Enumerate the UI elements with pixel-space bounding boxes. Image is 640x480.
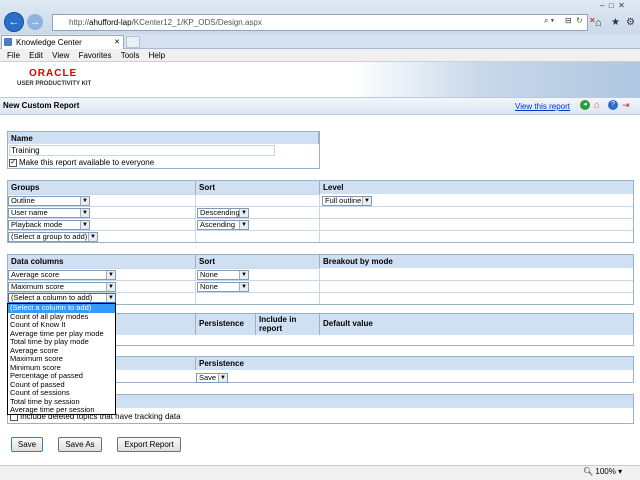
menu-file[interactable]: File bbox=[7, 51, 20, 60]
chevron-down-icon: ▼ bbox=[88, 233, 97, 241]
chevron-down-icon: ▼ bbox=[239, 221, 248, 229]
chevron-down-icon: ▼ bbox=[80, 197, 89, 205]
chevron-down-icon: ▼ bbox=[80, 221, 89, 229]
forward-button[interactable]: → bbox=[27, 14, 43, 30]
window-controls[interactable]: – □ ✕ bbox=[600, 1, 625, 10]
view-report-link[interactable]: View this report bbox=[515, 102, 570, 111]
group-sort-select-3[interactable]: Ascending ▼ bbox=[197, 220, 249, 230]
chevron-down-icon: ▼ bbox=[239, 283, 248, 291]
chevron-down-icon: ▼ bbox=[239, 271, 248, 279]
chevron-down-icon: ▼ bbox=[106, 271, 115, 279]
menu-tools[interactable]: Tools bbox=[121, 51, 140, 60]
export-report-button[interactable]: Export Report bbox=[117, 437, 181, 452]
name-header: Name bbox=[8, 132, 319, 144]
back-button[interactable]: ← bbox=[4, 12, 24, 32]
refresh-icon[interactable]: ↻ bbox=[576, 16, 583, 25]
share-checkbox[interactable]: ✓ bbox=[9, 159, 17, 167]
oracle-banner bbox=[0, 62, 640, 97]
page-title: New Custom Report bbox=[3, 101, 80, 110]
data-sort-select-2[interactable]: None ▼ bbox=[197, 282, 249, 292]
home-page-icon[interactable]: ⌂ bbox=[594, 100, 600, 111]
gear-icon[interactable]: ⚙ bbox=[626, 17, 635, 28]
add-group-select[interactable]: (Select a group to add) ▼ bbox=[8, 232, 98, 242]
data-column-select-1[interactable]: Average score ▼ bbox=[8, 270, 116, 280]
include-header: Include in report bbox=[256, 314, 320, 335]
help-icon[interactable]: ? bbox=[608, 100, 618, 110]
product-name: USER PRODUCTIVITY KIT bbox=[17, 81, 92, 87]
groups-sort-header: Sort bbox=[196, 181, 320, 194]
save-button[interactable]: Save bbox=[11, 437, 43, 452]
menu-bar: File Edit View Favorites Tools Help bbox=[0, 49, 640, 62]
level-select[interactable]: Full outline ▼ bbox=[322, 196, 372, 206]
chevron-down-icon: ▼ bbox=[239, 209, 248, 217]
chevron-down-icon: ▼ bbox=[80, 209, 89, 217]
persistence-section-header: Persistence bbox=[196, 357, 633, 370]
group-sort-select-2[interactable]: Descending ▼ bbox=[197, 208, 249, 218]
status-bar bbox=[0, 465, 640, 480]
data-sort-header: Sort bbox=[196, 255, 320, 268]
zoom-icon: 🔍︎ bbox=[583, 467, 594, 476]
compat-icon[interactable]: ⊟ bbox=[565, 16, 572, 25]
data-sort-select-1[interactable]: None ▼ bbox=[197, 270, 249, 280]
menu-edit[interactable]: Edit bbox=[29, 51, 43, 60]
chevron-down-icon: ▼ bbox=[106, 283, 115, 291]
chevron-down-icon: ▼ bbox=[218, 374, 227, 382]
groups-header: Groups bbox=[8, 181, 196, 194]
share-checkbox-label: Make this report available to everyone bbox=[19, 158, 155, 167]
new-tab-button[interactable] bbox=[126, 36, 140, 48]
report-name-input[interactable]: Training bbox=[9, 145, 275, 156]
breakout-header: Breakout by mode bbox=[320, 255, 633, 268]
persistence-header: Persistence bbox=[196, 314, 256, 335]
close-tab-icon[interactable]: ✕ bbox=[114, 36, 120, 49]
group-select-3[interactable]: Playback mode ▼ bbox=[8, 220, 90, 230]
data-columns-header: Data columns bbox=[8, 255, 196, 268]
add-column-select[interactable]: (Select a column to add) ▼ bbox=[8, 293, 116, 303]
browser-window: { "browser": { "url_prefix": "http://", … bbox=[0, 0, 640, 480]
back-circle-icon[interactable]: ◂ bbox=[580, 100, 590, 110]
chevron-down-icon: ▼ bbox=[362, 197, 371, 205]
dropdown-option[interactable]: Average time per session bbox=[8, 405, 115, 415]
default-value-header: Default value bbox=[320, 314, 633, 335]
page-favicon-icon bbox=[4, 38, 12, 46]
data-column-select-2[interactable]: Maximum score ▼ bbox=[8, 282, 116, 292]
save-as-button[interactable]: Save As bbox=[58, 437, 102, 452]
zoom-level[interactable]: 🔍︎ 100% ▾ bbox=[583, 467, 622, 476]
favorites-icon[interactable]: ★ bbox=[611, 17, 620, 28]
tab-knowledge-center[interactable]: Knowledge Center ✕ bbox=[1, 35, 124, 49]
persistence-select[interactable]: Save ▼ bbox=[196, 373, 228, 383]
arrow-left-icon: ← bbox=[8, 16, 20, 28]
level-header: Level bbox=[320, 181, 633, 194]
chevron-down-icon: ▼ bbox=[106, 294, 115, 302]
address-input[interactable]: http://ahufford-lap/KCenter12_1/KP_ODS/D… bbox=[52, 14, 588, 31]
exit-icon[interactable]: ⇥ bbox=[622, 100, 630, 111]
arrow-right-icon: → bbox=[29, 16, 41, 28]
menu-help[interactable]: Help bbox=[149, 51, 165, 60]
oracle-logo: ORACLE bbox=[29, 68, 78, 79]
group-select-2[interactable]: User name ▼ bbox=[8, 208, 90, 218]
tab-label: Knowledge Center bbox=[16, 38, 82, 47]
home-icon[interactable]: ⌂ bbox=[595, 17, 602, 29]
group-select-1[interactable]: Outline ▼ bbox=[8, 196, 90, 206]
menu-view[interactable]: View bbox=[52, 51, 69, 60]
search-icon[interactable]: ⌕ ▾ bbox=[544, 16, 554, 26]
menu-favorites[interactable]: Favorites bbox=[79, 51, 112, 60]
column-dropdown-list: (Select a column to add) Count of all pl… bbox=[7, 303, 116, 415]
